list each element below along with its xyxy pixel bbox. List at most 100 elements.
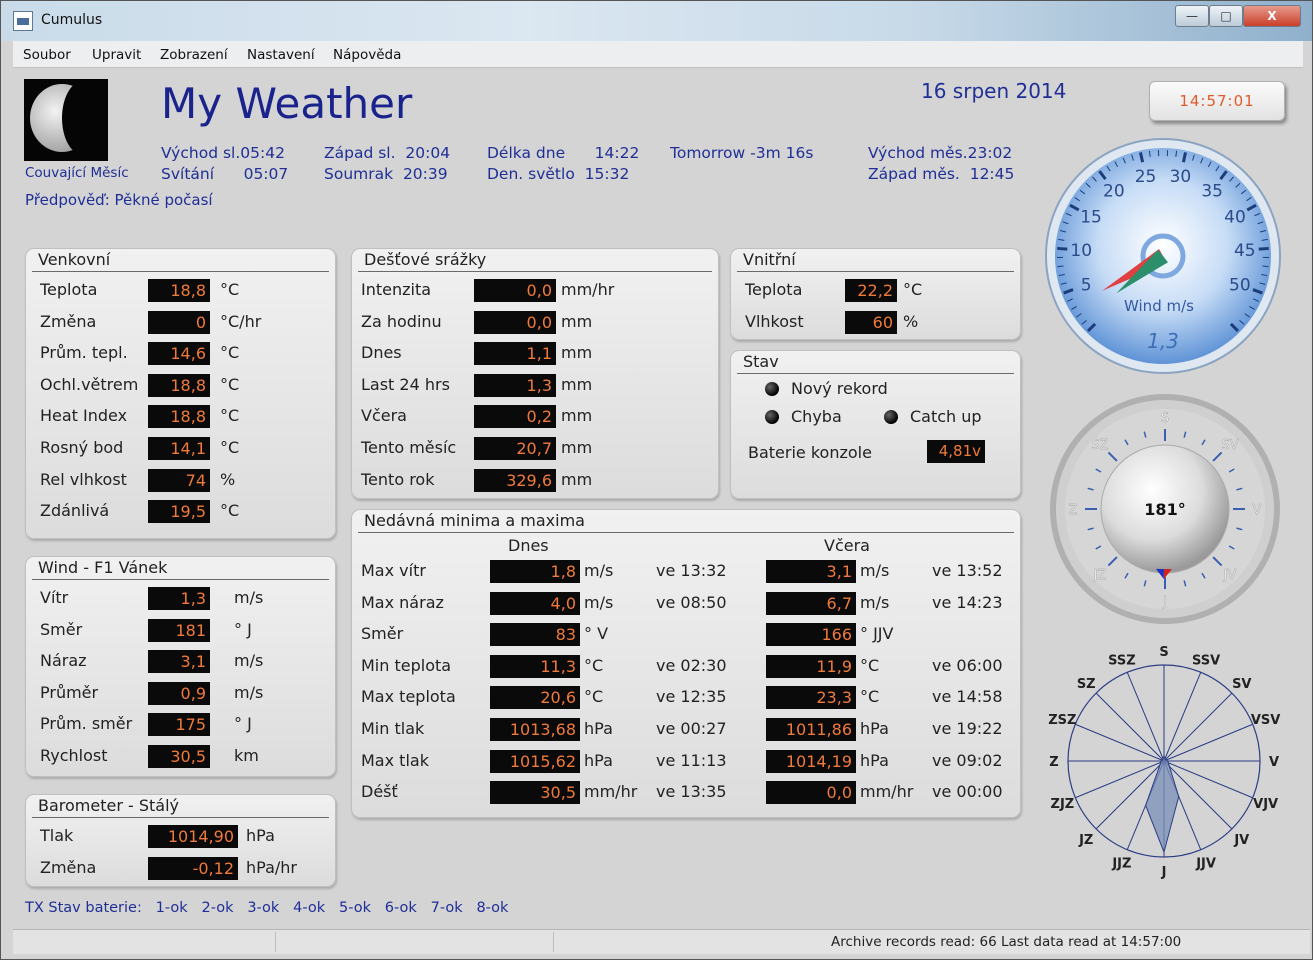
yesterday-value: 11,9 <box>766 654 856 678</box>
today-value: 20,6 <box>490 686 580 710</box>
today-time: ve 08:50 <box>656 592 727 612</box>
today-time: ve 02:30 <box>656 655 727 675</box>
rain-label: Dnes <box>361 343 402 363</box>
divider <box>32 579 329 580</box>
menu-bar: Soubor Upravit Zobrazení Nastavení Nápov… <box>13 41 1303 68</box>
close-button[interactable]: X <box>1243 5 1301 27</box>
outdoor-value: 74 <box>148 468 210 492</box>
gauge-tick-label: 50 <box>1229 276 1251 296</box>
wind-value: 3,1 <box>148 650 210 674</box>
error-label: Chyba <box>791 407 842 426</box>
wind-unit: m/s <box>234 682 264 702</box>
divider <box>358 532 1014 533</box>
rain-label: Tento měsíc <box>361 438 457 457</box>
divider <box>737 271 1014 272</box>
statusbar-separator <box>553 932 554 952</box>
outdoor-value: 0 <box>148 310 210 334</box>
moon-phase-label: Couvající Měsíc <box>25 165 129 181</box>
outdoor-label: Teplota <box>40 280 98 299</box>
rose-label: JV <box>1233 833 1249 848</box>
rain-value: 1,1 <box>474 342 556 366</box>
yesterday-time: ve 14:58 <box>932 687 1003 707</box>
menu-napoveda[interactable]: Nápověda <box>333 47 401 63</box>
outdoor-unit: °C/hr <box>220 311 262 331</box>
compass-value: 181° <box>1144 500 1185 519</box>
yesterday-value: 23,3 <box>766 686 856 710</box>
app-icon <box>13 11 33 31</box>
yesterday-time: ve 06:00 <box>932 655 1003 675</box>
gauge-tick-label: 30 <box>1170 167 1192 187</box>
baro-unit: hPa <box>246 826 275 845</box>
yesterday-value: 166 <box>766 623 856 647</box>
moonrise: Východ měs.23:02 <box>868 144 1013 162</box>
baro-label: Změna <box>40 857 97 877</box>
rose-label: J <box>1161 865 1167 880</box>
divider <box>32 271 329 272</box>
minmax-label: Déšť <box>361 782 398 802</box>
rain-unit: mm <box>561 374 593 394</box>
rose-label: JZ <box>1078 833 1093 848</box>
tomorrow-delta: Tomorrow -3m 16s <box>670 144 814 162</box>
rain-value: 20,7 <box>474 437 556 460</box>
today-value: 83 <box>490 623 580 647</box>
compass-label: Z <box>1069 503 1078 518</box>
today-time: ve 13:35 <box>656 782 727 802</box>
baro-title: Barometer - Stálý <box>38 796 180 815</box>
window-title: Cumulus <box>41 12 103 28</box>
today-unit: hPa <box>584 719 613 738</box>
today-value: 4,0 <box>490 591 580 615</box>
menu-soubor[interactable]: Soubor <box>23 47 71 63</box>
rose-label: S <box>1159 645 1168 660</box>
yesterday-value: 3,1 <box>766 560 856 583</box>
yesterday-value: 1014,19 <box>766 749 856 773</box>
indoor-label: Teplota <box>745 280 803 299</box>
gauge-tick-label: 5 <box>1081 276 1092 296</box>
gauge-tick-label: 25 <box>1135 167 1157 187</box>
battery-label: Baterie konzole <box>748 443 872 462</box>
compass-label: SV <box>1221 438 1238 453</box>
gauge-tick <box>1057 265 1064 268</box>
today-unit: °C <box>584 687 604 707</box>
wind-unit: ° J <box>234 619 252 639</box>
menu-upravit[interactable]: Upravit <box>92 47 141 63</box>
minmax-label: Max tlak <box>361 750 429 770</box>
outdoor-unit: °C <box>220 406 240 426</box>
baro-label: Tlak <box>40 826 74 845</box>
today-header: Dnes <box>508 536 549 555</box>
outdoor-unit: °C <box>220 280 240 299</box>
catchup-led <box>884 410 898 424</box>
battery-value: 4,81v <box>927 440 985 463</box>
gauge-tick-label: 20 <box>1103 181 1125 201</box>
clock-display: 14:57:01 <box>1149 81 1285 121</box>
menu-zobrazeni[interactable]: Zobrazení <box>160 47 228 63</box>
minimize-button[interactable]: — <box>1175 5 1209 27</box>
yesterday-header: Včera <box>824 536 870 555</box>
outdoor-label: Heat Index <box>40 406 128 426</box>
today-value: 1,8 <box>490 560 580 583</box>
outdoor-label: Rel vlhkost <box>40 469 127 489</box>
maximize-button[interactable]: □ <box>1209 5 1243 27</box>
wind-value: 1,3 <box>148 587 210 610</box>
yesterday-value: 1011,86 <box>766 718 856 741</box>
yesterday-unit: °C <box>860 687 880 707</box>
gauge-unit-label: Wind m/s <box>1124 297 1194 315</box>
yesterday-unit: m/s <box>860 592 890 612</box>
gauge-tick <box>1262 265 1269 268</box>
compass-label: S <box>1161 411 1169 426</box>
indoor-unit: °C <box>903 280 923 299</box>
yesterday-time: ve 00:00 <box>932 782 1003 802</box>
tx-battery-status: TX Stav baterie: 1-ok 2-ok 3-ok 4-ok 5-o… <box>25 900 509 916</box>
menu-nastaveni[interactable]: Nastavení <box>247 47 315 63</box>
wind-value: 181 <box>148 618 210 642</box>
rain-unit: mm <box>561 343 593 363</box>
sunrise: Východ sl.05:42 <box>161 144 285 162</box>
outdoor-value: 18,8 <box>148 405 210 429</box>
outdoor-value: 18,8 <box>148 279 210 302</box>
today-value: 11,3 <box>490 654 580 678</box>
gauge-tick <box>1258 246 1269 251</box>
wind-value: 175 <box>148 713 210 737</box>
statusbar-separator <box>275 932 276 952</box>
yesterday-value: 6,7 <box>766 591 856 615</box>
yesterday-time: ve 13:52 <box>932 561 1003 580</box>
rain-title: Dešťové srážky <box>364 250 487 269</box>
